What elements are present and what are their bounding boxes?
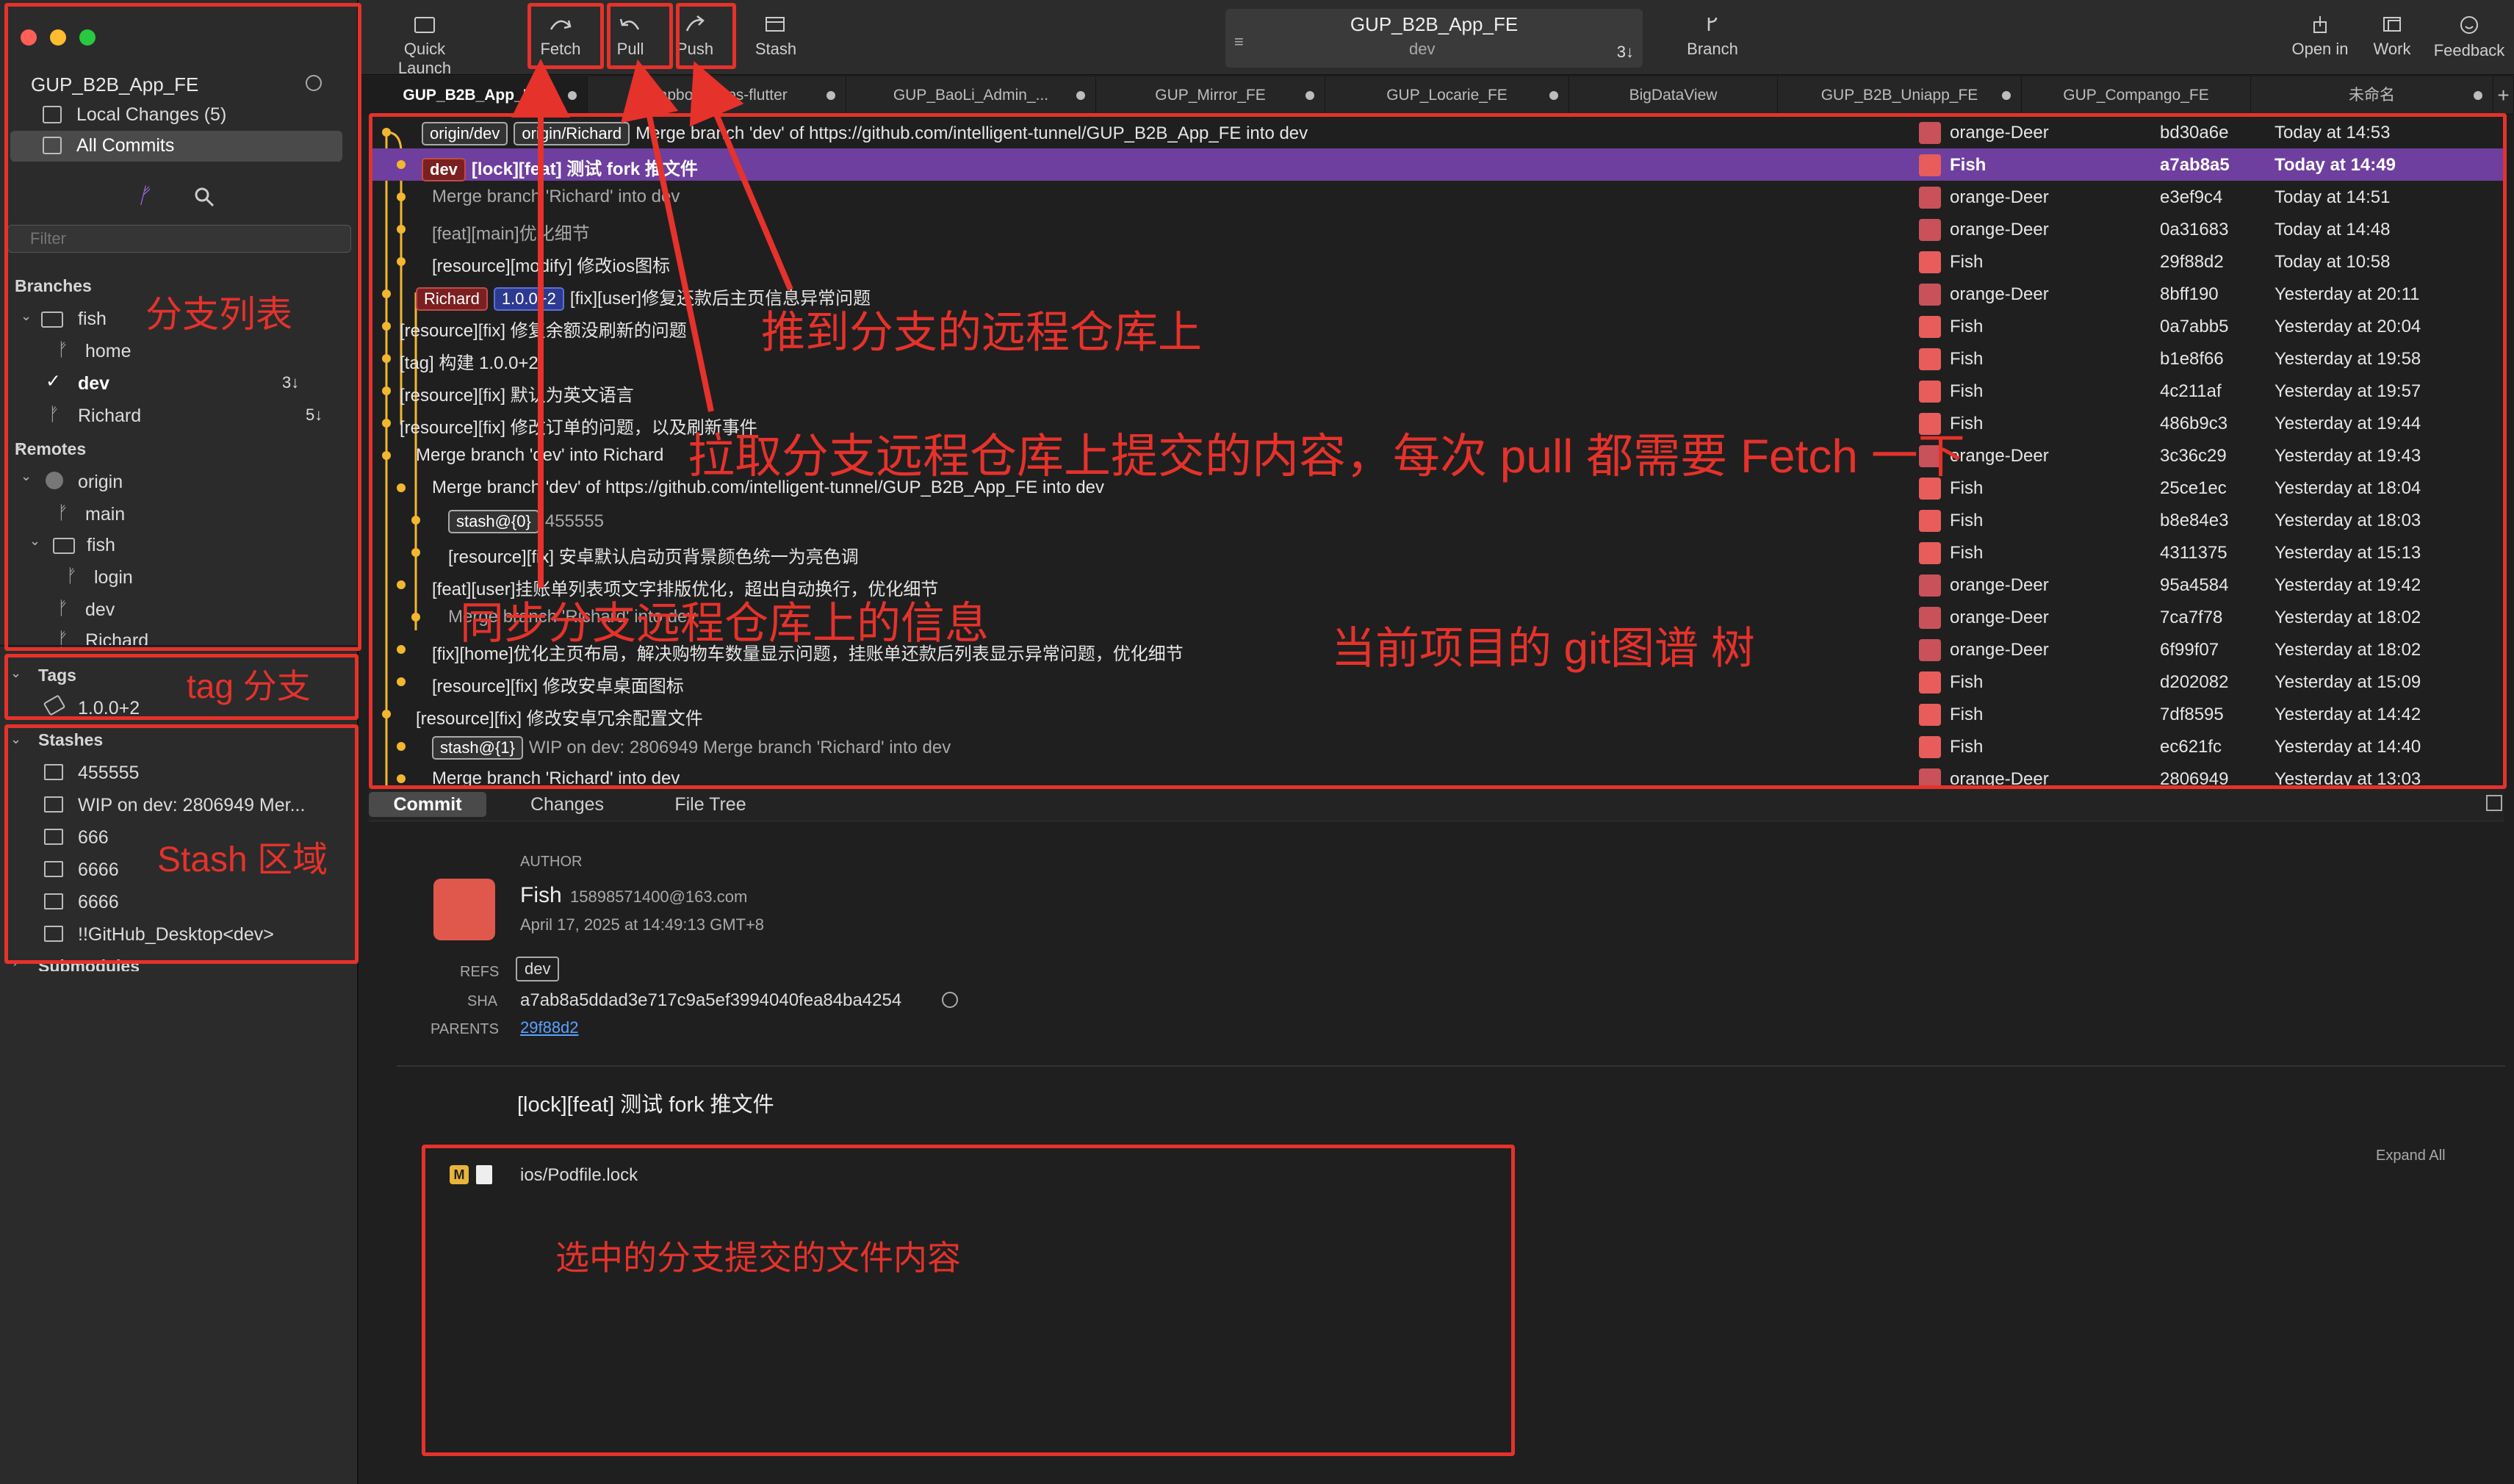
annotation-arrows	[511, 59, 793, 588]
